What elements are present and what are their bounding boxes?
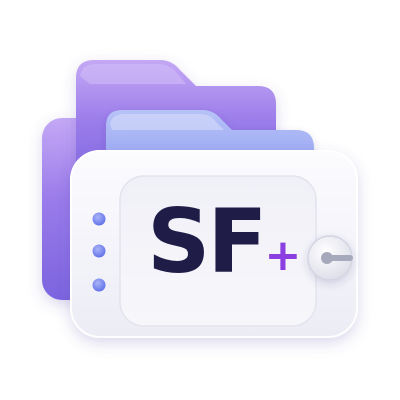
- dot-top: [92, 212, 106, 226]
- latch-icon: [307, 235, 353, 281]
- wordmark-text: SF: [147, 190, 267, 293]
- dot-bottom: [92, 278, 106, 292]
- dot-middle: [92, 244, 106, 258]
- app-icon-canvas: SF +: [0, 0, 400, 400]
- wordmark: SF +: [147, 198, 301, 308]
- plus-icon: +: [264, 230, 302, 281]
